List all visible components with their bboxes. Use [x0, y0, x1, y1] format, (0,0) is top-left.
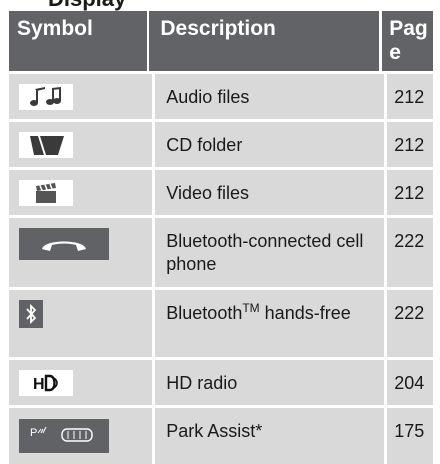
header-symbol: Symbol [17, 17, 93, 40]
description-main: Bluetooth [166, 303, 243, 323]
table-row: H HD radio 204 [9, 357, 433, 405]
page-cell: 212 [394, 135, 425, 155]
description-cell: CD folder [166, 135, 243, 155]
table-row: Bluetooth-connected cell phone 222 [9, 215, 433, 287]
symbol-cell: P [9, 408, 152, 464]
table-row: BluetoothTM hands-free 222 [9, 287, 433, 357]
page-cell: 212 [394, 183, 425, 203]
table-row: Audio files 212 [9, 71, 433, 119]
description-cell: BluetoothTM hands-free [155, 290, 384, 357]
symbol-cell [9, 218, 152, 287]
cd-folder-icon [19, 132, 73, 158]
trademark-superscript: TM [242, 301, 260, 315]
page-cell: 212 [394, 87, 425, 107]
bluetooth-icon [19, 300, 43, 328]
symbol-cell [9, 290, 152, 357]
table-header: Symbol Description Page [9, 11, 433, 71]
table-row: P Park Assist* 175 [9, 405, 433, 464]
phone-handset-icon [19, 228, 109, 260]
table-row: Video files 212 [9, 167, 433, 215]
table-row: CD folder 212 [9, 119, 433, 167]
music-notes-icon [19, 84, 73, 110]
description-rest: hands-free [259, 303, 351, 323]
description-cell: Bluetooth-connected cell phone [166, 231, 364, 274]
symbol-cell: H [9, 360, 152, 405]
svg-text:P: P [30, 427, 37, 439]
symbol-cell [9, 170, 152, 215]
description-cell: Park Assist* [166, 421, 263, 441]
description-cell: Video files [166, 183, 250, 203]
page-cell: 204 [394, 373, 425, 393]
page-cell: 222 [394, 303, 425, 323]
symbol-table: Symbol Description Page Audio files 212 … [9, 11, 433, 464]
header-page: Page [389, 17, 428, 64]
header-description: Description [160, 17, 276, 40]
symbol-cell [9, 74, 152, 119]
page-cell: 175 [394, 421, 425, 441]
hd-radio-icon: H [19, 370, 73, 396]
description-cell: HD radio [166, 373, 238, 393]
description-cell: Audio files [166, 87, 250, 107]
park-assist-icon: P [19, 419, 109, 453]
symbol-cell [9, 122, 152, 167]
svg-text:H: H [33, 376, 45, 393]
page-cell: 222 [394, 231, 425, 251]
clapperboard-icon [19, 180, 73, 206]
